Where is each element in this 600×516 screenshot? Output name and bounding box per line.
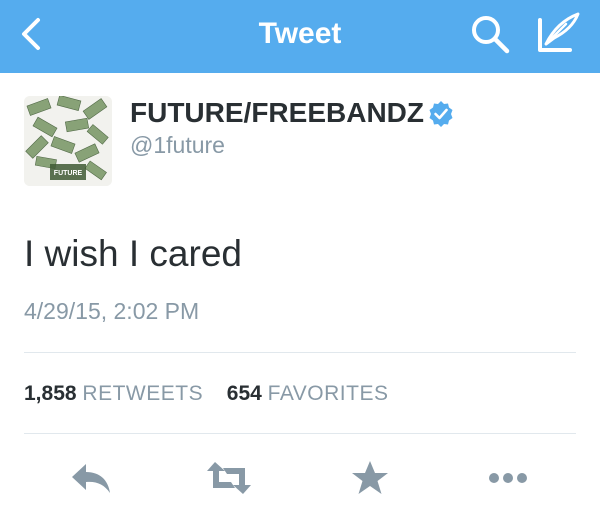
tweet-text: I wish I cared	[24, 233, 242, 274]
retweet-icon[interactable]	[205, 458, 253, 498]
display-name[interactable]: FUTURE/FREEBANDZ	[130, 96, 424, 130]
divider	[24, 352, 576, 353]
more-icon[interactable]	[484, 458, 532, 498]
divider	[24, 433, 576, 434]
favorites-label: FAVORITES	[267, 382, 389, 405]
reply-icon[interactable]	[66, 458, 114, 498]
search-icon[interactable]	[468, 12, 512, 56]
tweet-stats: 1,858 RETWEETS 654 FAVORITES	[24, 380, 388, 408]
action-bar	[0, 448, 600, 508]
retweets-label: RETWEETS	[82, 382, 204, 405]
retweets-count: 1,858	[24, 382, 77, 405]
navigation-bar: Tweet	[0, 0, 600, 73]
retweets-stat[interactable]: 1,858 RETWEETS	[24, 382, 209, 405]
verified-badge-icon	[429, 101, 453, 127]
user-handle[interactable]: @1future	[130, 131, 225, 159]
compose-icon[interactable]	[534, 10, 584, 56]
avatar-label: FUTURE	[54, 170, 83, 177]
favorites-stat[interactable]: 654 FAVORITES	[221, 382, 389, 405]
money-avatar-image: FUTURE	[24, 96, 112, 186]
favorites-count: 654	[226, 382, 262, 405]
tweet-timestamp: 4/29/15, 2:02 PM	[24, 298, 200, 324]
avatar[interactable]: FUTURE	[24, 96, 112, 186]
star-icon[interactable]	[346, 458, 394, 498]
